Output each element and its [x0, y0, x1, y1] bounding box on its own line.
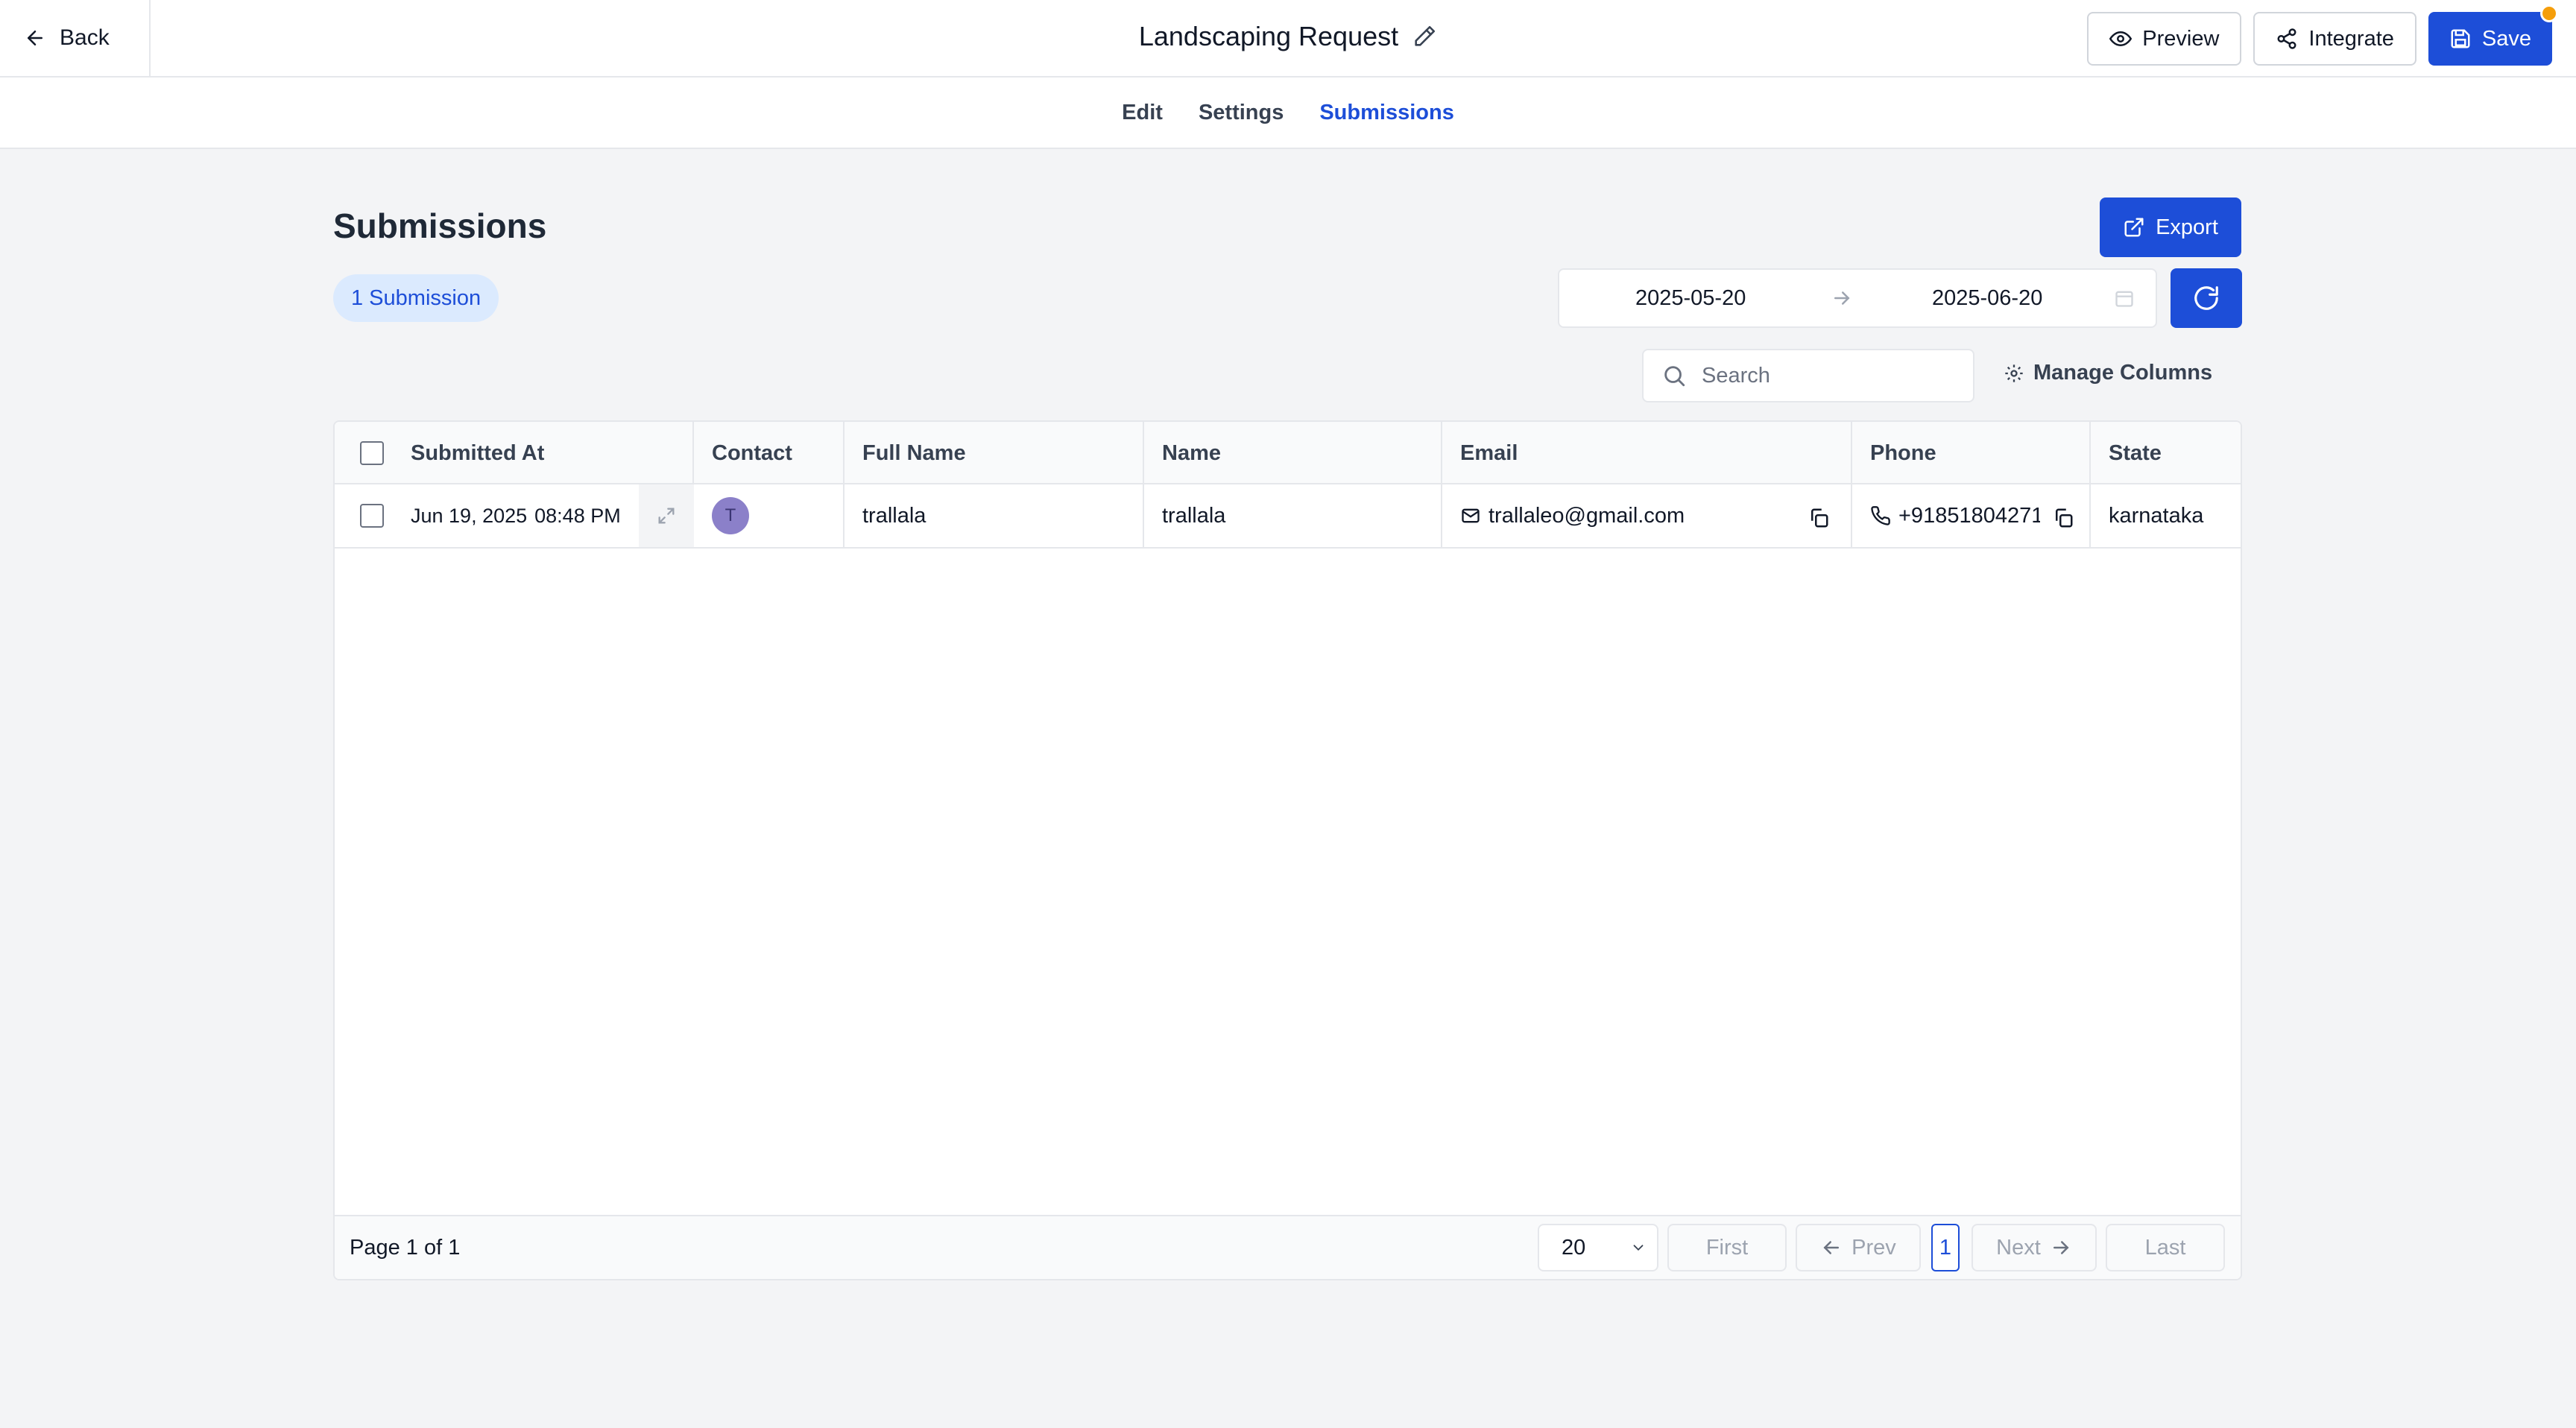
- refresh-icon: [2194, 286, 2218, 310]
- date-range-picker[interactable]: 2025-05-20 2025-06-20: [1558, 268, 2157, 328]
- top-actions: Preview Integrate Save: [2087, 4, 2558, 66]
- date-to[interactable]: 2025-06-20: [1932, 286, 2042, 311]
- cell-full-name: trallala: [845, 484, 1144, 547]
- submissions-table: Submitted At Contact Full Name Name Emai…: [333, 420, 2242, 1280]
- table-header: Submitted At Contact Full Name Name Emai…: [335, 422, 2241, 484]
- share-icon: [2277, 28, 2296, 49]
- page-info: Page 1 of 1: [350, 1236, 461, 1260]
- arrow-left-icon: [1823, 1241, 1840, 1254]
- save-button[interactable]: Save: [2428, 4, 2558, 66]
- integrate-label: Integrate: [2308, 26, 2394, 51]
- tab-settings[interactable]: Settings: [1199, 101, 1284, 125]
- export-button[interactable]: Export: [2100, 198, 2241, 257]
- top-bar: Back Landscaping Request Preview Integra…: [0, 0, 2576, 78]
- table-row[interactable]: Jun 19, 2025 08:48 PM T trallala trallal…: [335, 484, 2241, 549]
- external-link-icon: [2124, 218, 2144, 237]
- back-label: Back: [60, 25, 110, 50]
- next-page-button[interactable]: Next: [1972, 1224, 2097, 1271]
- date-from[interactable]: 2025-05-20: [1635, 286, 1746, 311]
- column-header-name[interactable]: Name: [1144, 422, 1442, 484]
- search-icon: [1664, 366, 1685, 387]
- tab-edit[interactable]: Edit: [1122, 101, 1163, 125]
- arrow-left-icon: [28, 31, 42, 45]
- calendar-icon: [2115, 291, 2133, 307]
- select-all-checkbox[interactable]: [360, 441, 384, 465]
- preview-button[interactable]: Preview: [2087, 12, 2242, 66]
- back-button[interactable]: Back: [0, 0, 151, 76]
- save-icon: [2451, 29, 2470, 48]
- cell-submitted-at: Jun 19, 2025 08:48 PM: [335, 484, 639, 547]
- next-label: Next: [1996, 1235, 2041, 1260]
- column-header-phone[interactable]: Phone: [1852, 422, 2091, 484]
- column-header-full-name[interactable]: Full Name: [845, 422, 1144, 484]
- save-label: Save: [2481, 26, 2531, 51]
- phone-value: +91851804271: [1898, 503, 2040, 528]
- page-size-select[interactable]: 20: [1538, 1224, 1658, 1271]
- pencil-icon[interactable]: [1412, 24, 1437, 49]
- submitted-date: Jun 19, 2025: [411, 504, 528, 527]
- submitted-time: 08:48 PM: [534, 504, 621, 527]
- expand-row-button[interactable]: [639, 484, 694, 547]
- email-value: trallaleo@gmail.com: [1489, 503, 1685, 528]
- column-header-submitted-at[interactable]: Submitted At: [335, 422, 694, 484]
- cell-email: trallaleo@gmail.com: [1442, 484, 1852, 547]
- first-page-button[interactable]: First: [1667, 1224, 1787, 1271]
- export-label: Export: [2156, 215, 2218, 239]
- table-footer: Page 1 of 1 20 First Prev 1 Next Last: [335, 1215, 2241, 1279]
- mail-icon: [1462, 508, 1480, 523]
- tab-submissions[interactable]: Submissions: [1319, 101, 1454, 125]
- copy-icon[interactable]: [1808, 507, 1830, 529]
- avatar[interactable]: T: [712, 497, 749, 534]
- cell-phone: +91851804271: [1852, 484, 2091, 547]
- expand-icon: [658, 508, 675, 524]
- first-label: First: [1705, 1235, 1749, 1260]
- tabs-bar: Edit Settings Submissions: [0, 78, 2576, 149]
- search-box: [1642, 349, 1974, 402]
- search-input[interactable]: [1702, 363, 1955, 388]
- last-page-button[interactable]: Last: [2106, 1224, 2225, 1271]
- page-title: Submissions: [333, 206, 547, 245]
- column-label-submitted-at: Submitted At: [411, 440, 545, 465]
- refresh-button[interactable]: [2171, 268, 2242, 328]
- prev-label: Prev: [1852, 1235, 1896, 1260]
- chevron-down-icon: [1633, 1245, 1644, 1251]
- column-header-state[interactable]: State: [2091, 422, 2241, 484]
- integrate-button[interactable]: Integrate: [2253, 12, 2416, 66]
- arrow-right-icon: [2053, 1241, 2069, 1254]
- copy-icon[interactable]: [2052, 507, 2074, 529]
- preview-label: Preview: [2142, 26, 2220, 51]
- cell-state: karnataka: [2109, 503, 2204, 528]
- manage-columns-label: Manage Columns: [2033, 361, 2213, 385]
- cell-name: trallala: [1144, 484, 1442, 547]
- phone-icon: [1871, 506, 1890, 525]
- last-label: Last: [2144, 1235, 2186, 1260]
- page-size-value: 20: [1562, 1235, 1586, 1260]
- submission-count-badge: 1 Submission: [333, 274, 499, 322]
- unsaved-indicator-dot: [2540, 4, 2558, 22]
- eye-icon: [2109, 31, 2133, 47]
- gear-icon: [2005, 364, 2023, 382]
- column-header-contact[interactable]: Contact: [694, 422, 845, 484]
- cell-contact: T: [694, 484, 845, 547]
- column-header-email[interactable]: Email: [1442, 422, 1852, 484]
- arrow-right-icon: [1834, 291, 1850, 305]
- manage-columns-button[interactable]: Manage Columns: [2004, 361, 2212, 385]
- prev-page-button[interactable]: Prev: [1796, 1224, 1921, 1271]
- current-page-button[interactable]: 1: [1931, 1224, 1960, 1271]
- form-title: Landscaping Request: [1138, 21, 1399, 51]
- row-checkbox[interactable]: [360, 504, 384, 528]
